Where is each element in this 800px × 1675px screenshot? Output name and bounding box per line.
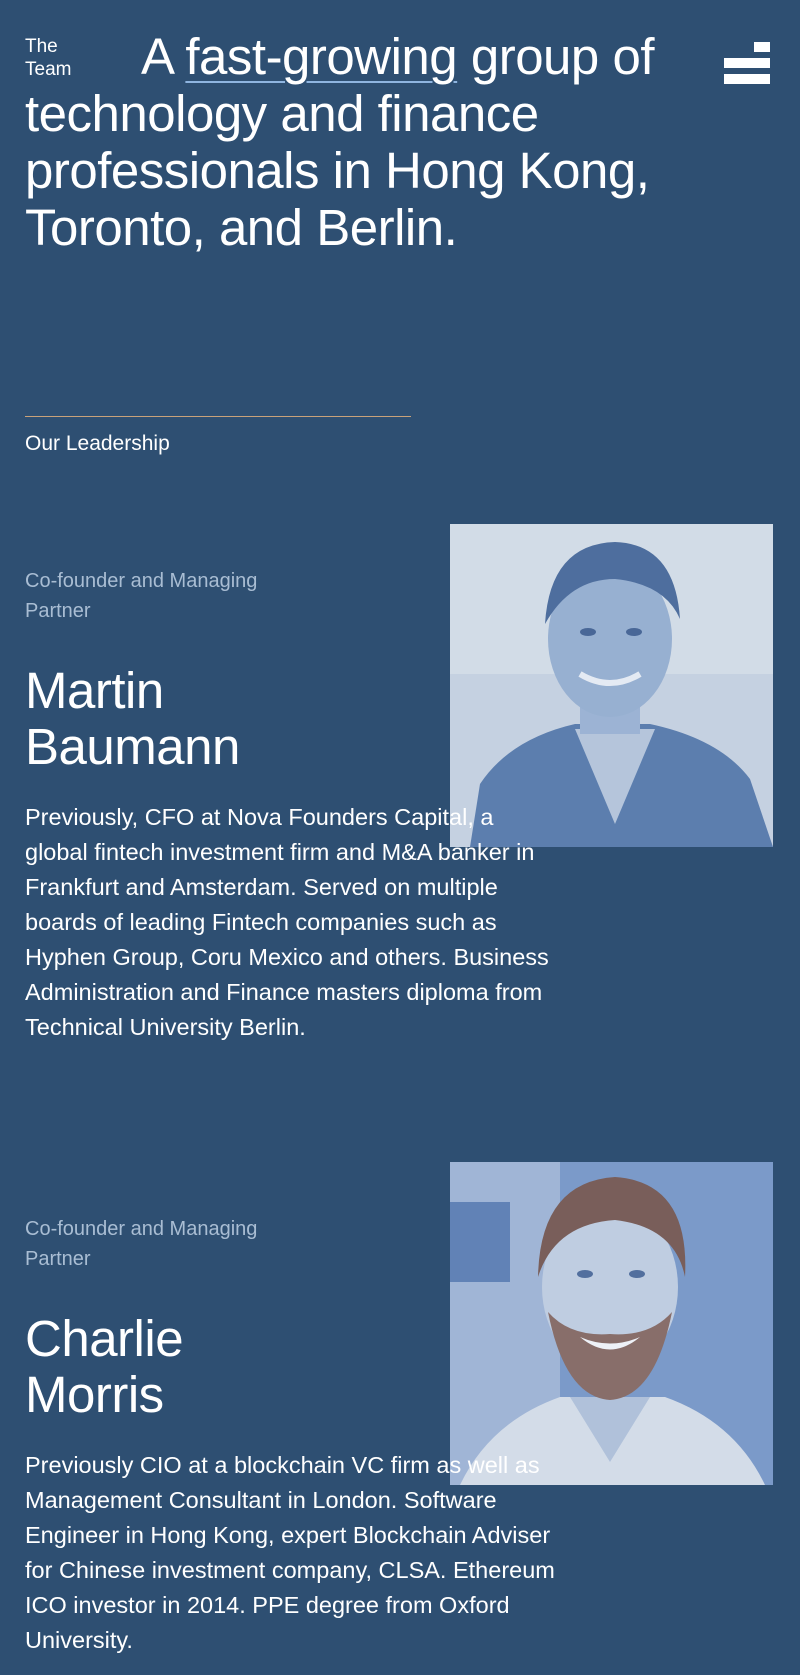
- team-member-photo: [450, 524, 773, 847]
- team-member-photo: [450, 1162, 773, 1485]
- team-member-bio: Previously CIO at a blockchain VC firm a…: [25, 1452, 555, 1653]
- team-member-name: Charlie Morris: [25, 1311, 405, 1423]
- team-member-name: Martin Baumann: [25, 663, 405, 775]
- headline-link[interactable]: fast-growing: [185, 28, 457, 85]
- page-headline: A fast-growing group of technology and f…: [25, 28, 725, 256]
- name-line-2: Morris: [25, 1366, 164, 1423]
- hamburger-menu-icon[interactable]: [722, 40, 772, 90]
- team-member-role: Co-founder and Managing Partner: [25, 1218, 258, 1270]
- name-line-2: Baumann: [25, 718, 240, 775]
- name-line-1: Martin: [25, 662, 164, 719]
- headline-prefix: A: [141, 28, 186, 85]
- leadership-heading: Our Leadership: [25, 432, 170, 455]
- team-member-bio: Previously, CFO at Nova Founders Capital…: [25, 804, 549, 1040]
- team-member-role: Co-founder and Managing Partner: [25, 570, 258, 622]
- section-divider: [25, 416, 411, 417]
- name-line-1: Charlie: [25, 1310, 184, 1367]
